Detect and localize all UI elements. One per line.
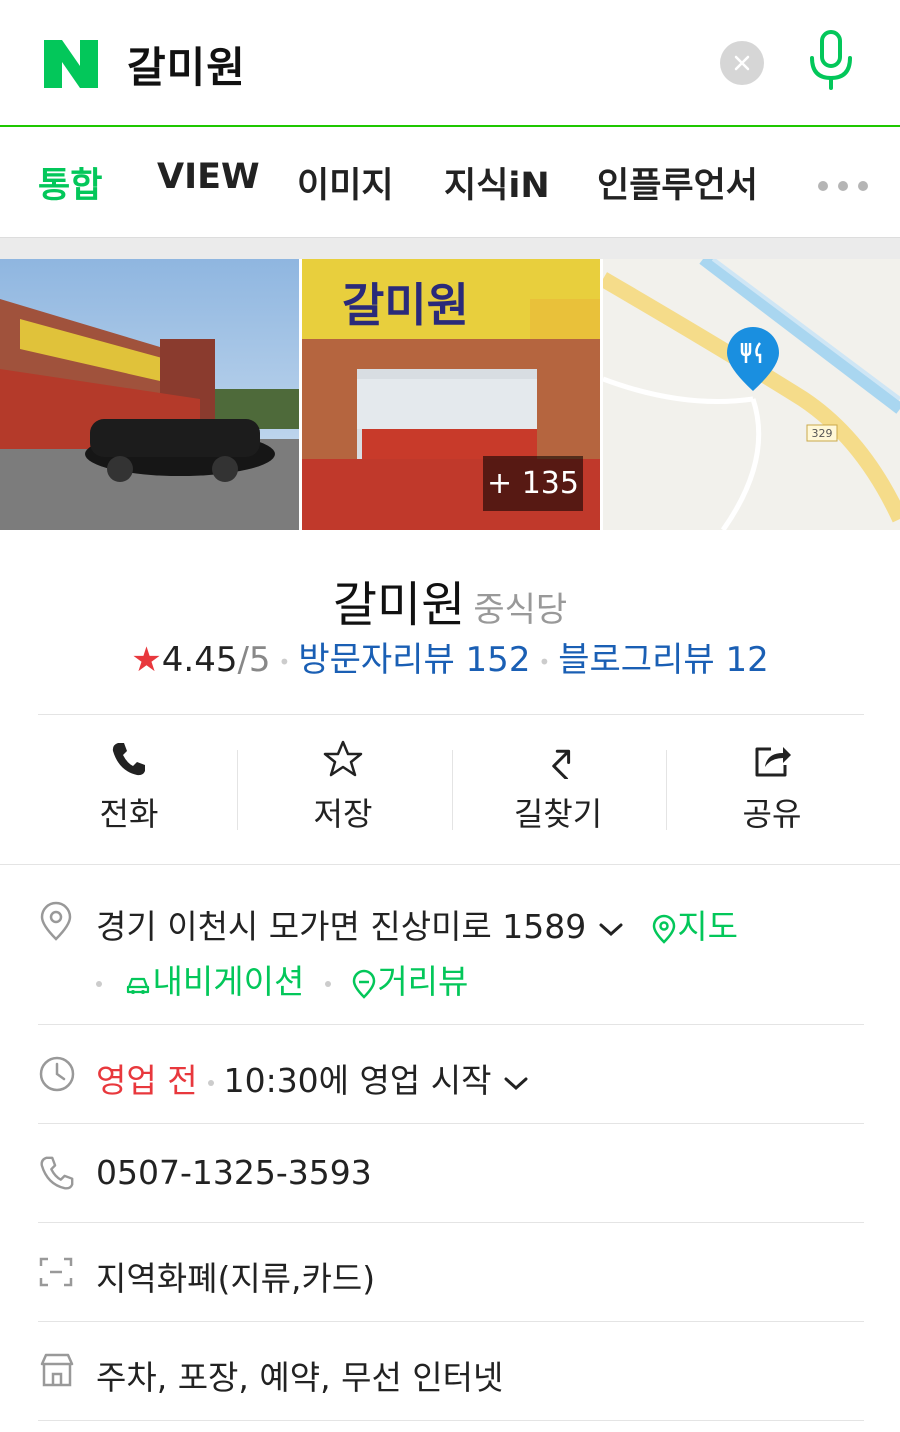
map-road-label: 329 — [812, 427, 833, 440]
divider — [38, 1123, 864, 1124]
phone-icon — [112, 743, 145, 776]
search-query[interactable]: 갈미원 — [127, 34, 246, 95]
directions-icon — [552, 749, 571, 779]
tab-influencer[interactable]: 인플루언서 — [597, 157, 758, 208]
place-title: 갈미원 중식당 — [0, 565, 900, 635]
tab-view[interactable]: VIEW — [157, 157, 260, 197]
share-label: 공유 — [742, 795, 802, 833]
star-icon — [323, 740, 363, 777]
navigation-links: 내비게이션 거리뷰 — [96, 955, 468, 1003]
divider — [38, 1024, 864, 1025]
search-header: 갈미원 — [0, 0, 900, 127]
business-status: 영업 전 — [96, 1061, 198, 1100]
clock-icon — [39, 1056, 75, 1092]
rating-row: ★4.45/5 • 방문자리뷰 152 • 블로그리뷰 12 — [131, 640, 769, 680]
hours-row[interactable]: 영업 전 10:30에 영업 시작 — [96, 1054, 530, 1102]
streetview-link[interactable]: 거리뷰 — [351, 962, 468, 1001]
rating-score: 4.45 — [161, 640, 238, 680]
share-icon — [755, 747, 791, 777]
directions-label: 길찾기 — [513, 795, 603, 833]
location-pin-icon — [40, 901, 72, 941]
save-button[interactable]: 저장 — [236, 735, 450, 845]
store-icon — [40, 1353, 74, 1387]
clear-search-button[interactable] — [720, 41, 764, 85]
divider — [38, 1321, 864, 1322]
address-row: 경기 이천시 모가면 진상미로 1589 지도 — [96, 900, 738, 948]
divider — [38, 714, 864, 715]
map-pin-icon — [653, 914, 676, 944]
rating-star-icon: ★ — [131, 640, 162, 680]
place-category: 중식당 — [473, 590, 568, 630]
navigation-link[interactable]: 내비게이션 — [123, 962, 305, 1001]
microphone-icon[interactable] — [806, 30, 856, 92]
search-tabs: 통합 VIEW 이미지 지식iN 인플루언서 — [0, 127, 900, 237]
tab-images[interactable]: 이미지 — [297, 157, 394, 208]
photo-storefront-1[interactable] — [0, 259, 299, 530]
address-text[interactable]: 경기 이천시 모가면 진상미로 1589 — [96, 907, 586, 946]
divider — [0, 864, 900, 865]
tab-integrated[interactable]: 통합 — [38, 157, 102, 208]
naver-logo-icon[interactable] — [44, 40, 98, 88]
map-link[interactable]: 지도 — [651, 907, 738, 946]
section-spacer — [0, 237, 900, 259]
visitor-review-link[interactable]: 방문자리뷰 152 — [298, 640, 530, 680]
rating-max: /5 — [237, 640, 271, 680]
payment-methods: 지역화폐(지류,카드) — [96, 1259, 376, 1298]
svg-text:갈미원: 갈미원 — [342, 278, 469, 332]
map-link-label: 지도 — [677, 907, 738, 946]
save-label: 저장 — [313, 795, 373, 833]
share-button[interactable]: 공유 — [665, 735, 879, 845]
close-icon — [734, 55, 750, 71]
divider — [38, 1420, 864, 1421]
phone-number[interactable]: 0507-1325-3593 — [96, 1153, 372, 1192]
directions-button[interactable]: 길찾기 — [451, 735, 665, 845]
call-button[interactable]: 전화 — [22, 735, 236, 845]
phone-outline-icon — [40, 1156, 74, 1190]
streetview-link-label: 거리뷰 — [377, 962, 469, 1001]
location-map-thumbnail[interactable]: 329 — [603, 259, 900, 530]
chevron-down-icon[interactable] — [502, 1073, 530, 1093]
amenities: 주차, 포장, 예약, 무선 인터넷 — [96, 1358, 504, 1397]
car-icon — [126, 977, 149, 994]
place-name: 갈미원 — [332, 577, 466, 633]
call-label: 전화 — [99, 795, 159, 833]
blog-review-link[interactable]: 블로그리뷰 12 — [558, 640, 768, 680]
tab-knowledge-in[interactable]: 지식iN — [444, 157, 550, 208]
photo-more-count[interactable]: + 135 — [483, 456, 583, 511]
divider — [38, 1222, 864, 1223]
streetview-pin-icon — [353, 969, 376, 999]
navigation-link-label: 내비게이션 — [152, 962, 305, 1001]
payment-scan-icon — [39, 1257, 73, 1287]
business-hours: 10:30에 영업 시작 — [223, 1061, 492, 1100]
more-tabs-button[interactable] — [818, 176, 878, 195]
chevron-down-icon[interactable] — [597, 919, 625, 939]
